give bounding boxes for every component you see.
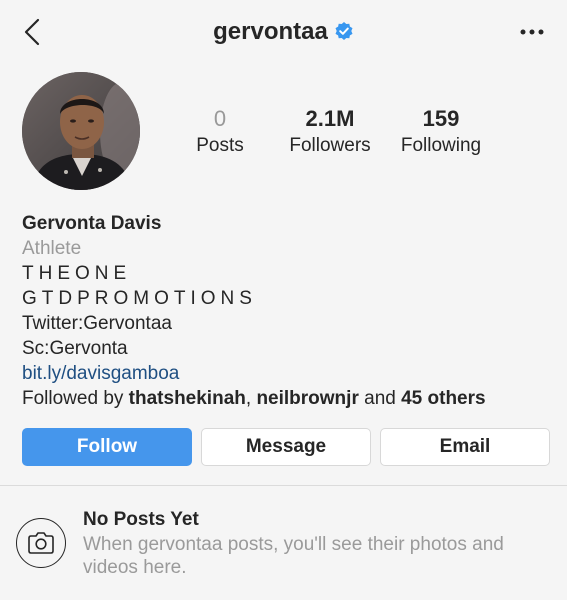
followers-count: 2.1M (305, 106, 355, 131)
camera-icon (16, 518, 66, 568)
verified-badge-icon (335, 22, 353, 40)
stat-posts: 0 Posts (190, 106, 250, 159)
following-count: 159 (422, 106, 460, 131)
followed-by[interactable]: Followed by thatshekinah, neilbrownjr an… (22, 386, 486, 411)
following-label: Following (400, 135, 482, 156)
top-bar: gervontaa (0, 0, 567, 66)
bio-line-4: Sc:Gervonta (22, 338, 128, 359)
section-divider (0, 485, 567, 486)
posts-label: Posts (196, 135, 244, 156)
followed-by-prefix: Followed by (22, 388, 129, 409)
more-options-icon[interactable] (519, 22, 545, 42)
stat-following[interactable]: 159 Following (395, 106, 487, 159)
profile-name: Gervonta Davis (22, 213, 162, 234)
bio-line-1: THEONE (22, 263, 132, 284)
profile-category: Athlete (22, 238, 82, 259)
email-button[interactable]: Email (380, 428, 550, 466)
bio-link[interactable]: bit.ly/davisgamboa (22, 361, 486, 386)
follow-button[interactable]: Follow (22, 428, 192, 466)
followed-by-and: and (358, 388, 402, 409)
username-label: gervontaa (213, 18, 328, 45)
followed-by-others: 45 others (401, 388, 486, 409)
followed-by-user-1: thatshekinah (128, 388, 246, 409)
followed-by-separator: , (245, 388, 257, 409)
followers-label: Followers (289, 135, 371, 156)
message-button[interactable]: Message (201, 428, 371, 466)
bio-line-3: Twitter:Gervontaa (22, 313, 172, 334)
profile-bio: Gervonta Davis Athlete THEONE GTDPROMOTI… (22, 211, 486, 411)
bio-line-2: GTDPROMOTIONS (22, 288, 257, 309)
header-title: gervontaa (0, 18, 567, 46)
posts-count: 0 (213, 106, 227, 131)
stat-followers[interactable]: 2.1M Followers (284, 106, 376, 159)
no-posts-title: No Posts Yet (83, 509, 199, 530)
no-posts-text: When gervontaa posts, you'll see their p… (83, 534, 504, 578)
followed-by-user-2: neilbrownjr (256, 388, 359, 409)
profile-avatar[interactable] (22, 72, 140, 190)
